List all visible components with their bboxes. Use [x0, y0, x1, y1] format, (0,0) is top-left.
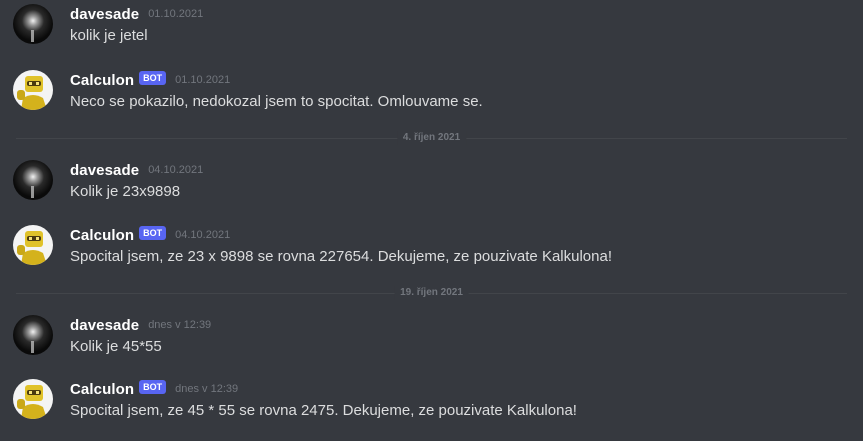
message-item: davesade 01.10.2021 kolik je jetel	[0, 4, 863, 64]
message-item: Calculon BOT dnes v 12:39 Spocital jsem,…	[0, 379, 863, 439]
message-item: davesade 04.10.2021 Kolik je 23x9898	[0, 160, 863, 220]
message-header: Calculon BOT 01.10.2021	[70, 70, 230, 90]
dark-avatar-icon	[13, 315, 53, 355]
message-header: davesade 01.10.2021	[70, 4, 203, 24]
robot-avatar-icon	[13, 225, 53, 265]
robot-avatar-icon	[13, 70, 53, 110]
message-header: Calculon BOT 04.10.2021	[70, 225, 230, 245]
date-divider-label: 4. říjen 2021	[396, 131, 467, 145]
message-text: Kolik je 23x9898	[70, 183, 181, 200]
user-avatar[interactable]	[13, 4, 53, 44]
message-text: kolik je jetel	[70, 27, 148, 44]
user-avatar[interactable]	[13, 315, 53, 355]
message-item: Calculon BOT 04.10.2021 Spocital jsem, z…	[0, 225, 863, 285]
user-avatar[interactable]	[13, 160, 53, 200]
dark-avatar-icon	[13, 4, 53, 44]
message-timestamp[interactable]: 01.10.2021	[175, 74, 230, 86]
bot-avatar[interactable]	[13, 225, 53, 265]
bot-avatar[interactable]	[13, 379, 53, 419]
username[interactable]: davesade	[70, 162, 139, 179]
bot-avatar[interactable]	[13, 70, 53, 110]
date-divider: 19. říjen 2021	[16, 286, 847, 300]
message-text: Spocital jsem, ze 45 * 55 se rovna 2475.…	[70, 402, 577, 419]
username[interactable]: Calculon	[70, 381, 134, 398]
message-text: Neco se pokazilo, nedokozal jsem to spoc…	[70, 93, 483, 110]
message-item: Calculon BOT 01.10.2021 Neco se pokazilo…	[0, 70, 863, 130]
message-text: Kolik je 45*55	[70, 338, 162, 355]
message-timestamp[interactable]: dnes v 12:39	[175, 383, 238, 395]
message-text: Spocital jsem, ze 23 x 9898 se rovna 227…	[70, 248, 612, 265]
dark-avatar-icon	[13, 160, 53, 200]
message-header: davesade dnes v 12:39	[70, 315, 211, 335]
bot-badge: BOT	[139, 226, 167, 240]
robot-avatar-icon	[13, 379, 53, 419]
bot-badge: BOT	[139, 380, 167, 394]
date-divider: 4. říjen 2021	[16, 131, 847, 145]
bot-badge: BOT	[139, 71, 167, 85]
message-header: Calculon BOT dnes v 12:39	[70, 379, 238, 399]
username[interactable]: davesade	[70, 317, 139, 334]
date-divider-label: 19. říjen 2021	[394, 286, 469, 300]
message-header: davesade 04.10.2021	[70, 160, 203, 180]
username[interactable]: Calculon	[70, 72, 134, 89]
username[interactable]: Calculon	[70, 227, 134, 244]
message-timestamp[interactable]: 01.10.2021	[148, 8, 203, 20]
message-timestamp[interactable]: dnes v 12:39	[148, 319, 211, 331]
message-timestamp[interactable]: 04.10.2021	[175, 229, 230, 241]
chat-message-list: davesade 01.10.2021 kolik je jetel Calcu…	[0, 0, 863, 441]
username[interactable]: davesade	[70, 6, 139, 23]
message-timestamp[interactable]: 04.10.2021	[148, 164, 203, 176]
message-item: davesade dnes v 12:39 Kolik je 45*55	[0, 315, 863, 375]
